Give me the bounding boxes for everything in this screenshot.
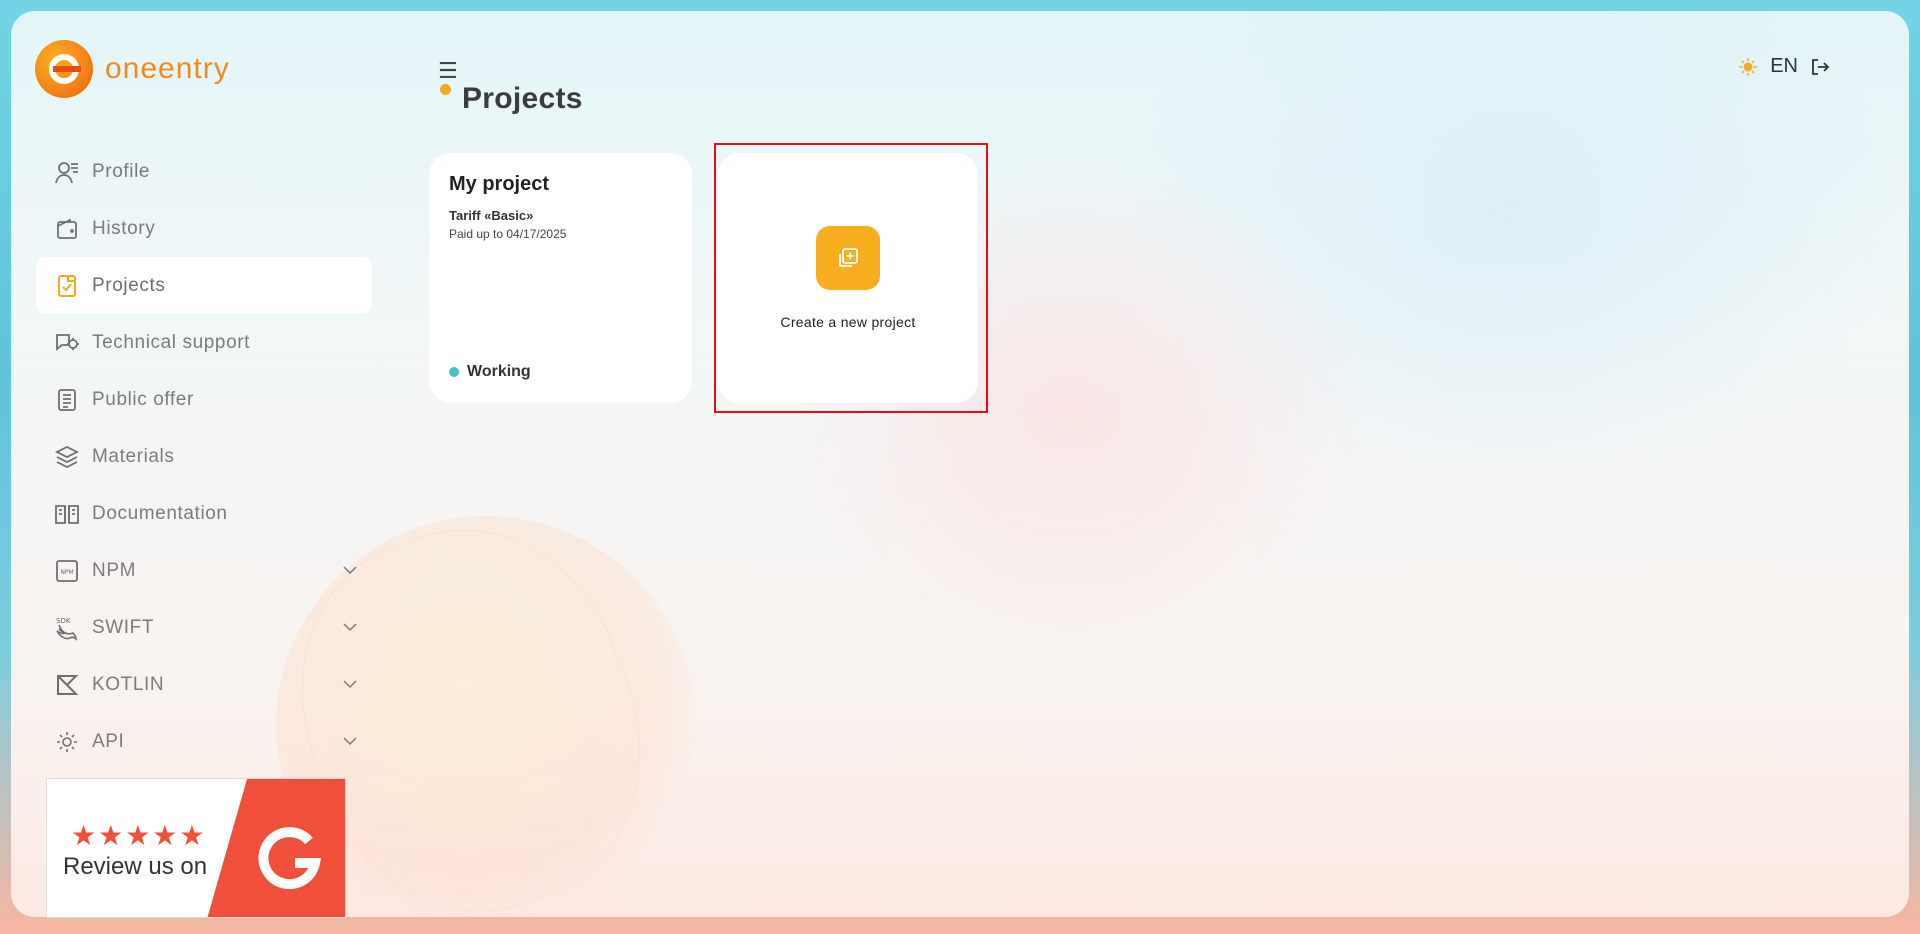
svg-text:NPM: NPM [60,569,73,576]
sidebar-nav: Profile History Projects Technical suppo… [36,143,372,770]
sidebar-item-label: KOTLIN [92,673,165,695]
npm-icon: NPM [54,558,80,584]
swift-icon: SDK [54,615,80,641]
support-icon [54,330,80,356]
sidebar-item-documentation[interactable]: Documentation [36,485,372,542]
sidebar-item-label: Projects [92,274,166,296]
theme-sun-icon[interactable] [1738,56,1759,77]
logo-icon [35,40,93,98]
logout-icon[interactable] [1810,57,1830,77]
sidebar-item-materials[interactable]: Materials [36,428,372,485]
review-text: Review us on [63,853,208,880]
project-card[interactable]: My project Tariff «Basic» Paid up to 04/… [429,153,692,403]
api-icon [54,729,80,755]
sidebar-item-public-offer[interactable]: Public offer [36,371,372,428]
project-paid-date: Paid up to 04/17/2025 [449,227,567,241]
sidebar-item-label: API [92,730,125,752]
chevron-down-icon[interactable] [342,733,358,749]
project-tariff: Tariff «Basic» [449,208,534,223]
header-controls: EN [1738,55,1830,78]
chevron-down-icon[interactable] [342,562,358,578]
sidebar-item-swift[interactable]: SDK SWIFT [36,599,372,656]
g2-review-banner[interactable]: ★★★★★ Review us on [46,778,346,918]
sidebar-item-technical-support[interactable]: Technical support [36,314,372,371]
sidebar-item-label: Documentation [92,502,228,524]
sidebar-item-history[interactable]: History [36,200,372,257]
layers-icon [54,444,80,470]
profile-icon [54,159,80,185]
sidebar-item-projects[interactable]: Projects [36,257,372,314]
book-icon [54,501,80,527]
page-title: Projects [462,82,583,115]
title-indicator-dot [440,84,451,95]
sidebar-item-label: History [92,217,156,239]
chevron-down-icon[interactable] [342,676,358,692]
svg-text:SDK: SDK [56,617,71,625]
wallet-icon [54,216,80,242]
sidebar-item-label: NPM [92,559,137,581]
sidebar-item-label: Profile [92,160,151,182]
sidebar-item-npm[interactable]: NPM NPM [36,542,372,599]
sidebar-item-kotlin[interactable]: KOTLIN [36,656,372,713]
g2-logo-icon [258,827,322,890]
brand-logo[interactable]: oneentry [35,40,230,98]
language-switch[interactable]: EN [1770,55,1798,78]
brand-name: oneentry [105,52,230,85]
chevron-down-icon[interactable] [342,619,358,635]
status-label: Working [467,363,531,380]
sidebar-item-label: Materials [92,445,175,467]
sidebar-item-profile[interactable]: Profile [36,143,372,200]
rating-stars: ★★★★★ [71,820,207,851]
projects-icon [54,273,80,299]
sidebar-item-label: Public offer [92,388,194,410]
status-dot-icon [449,367,459,377]
selection-highlight [714,143,988,413]
sidebar-item-label: SWIFT [92,616,155,638]
document-icon [54,387,80,413]
project-status: Working [449,363,531,381]
kotlin-icon [54,672,80,698]
sidebar-item-api[interactable]: API [36,713,372,770]
sidebar-item-label: Technical support [92,331,251,353]
menu-toggle-icon[interactable]: ☰ [438,58,458,84]
project-name: My project [449,173,550,195]
